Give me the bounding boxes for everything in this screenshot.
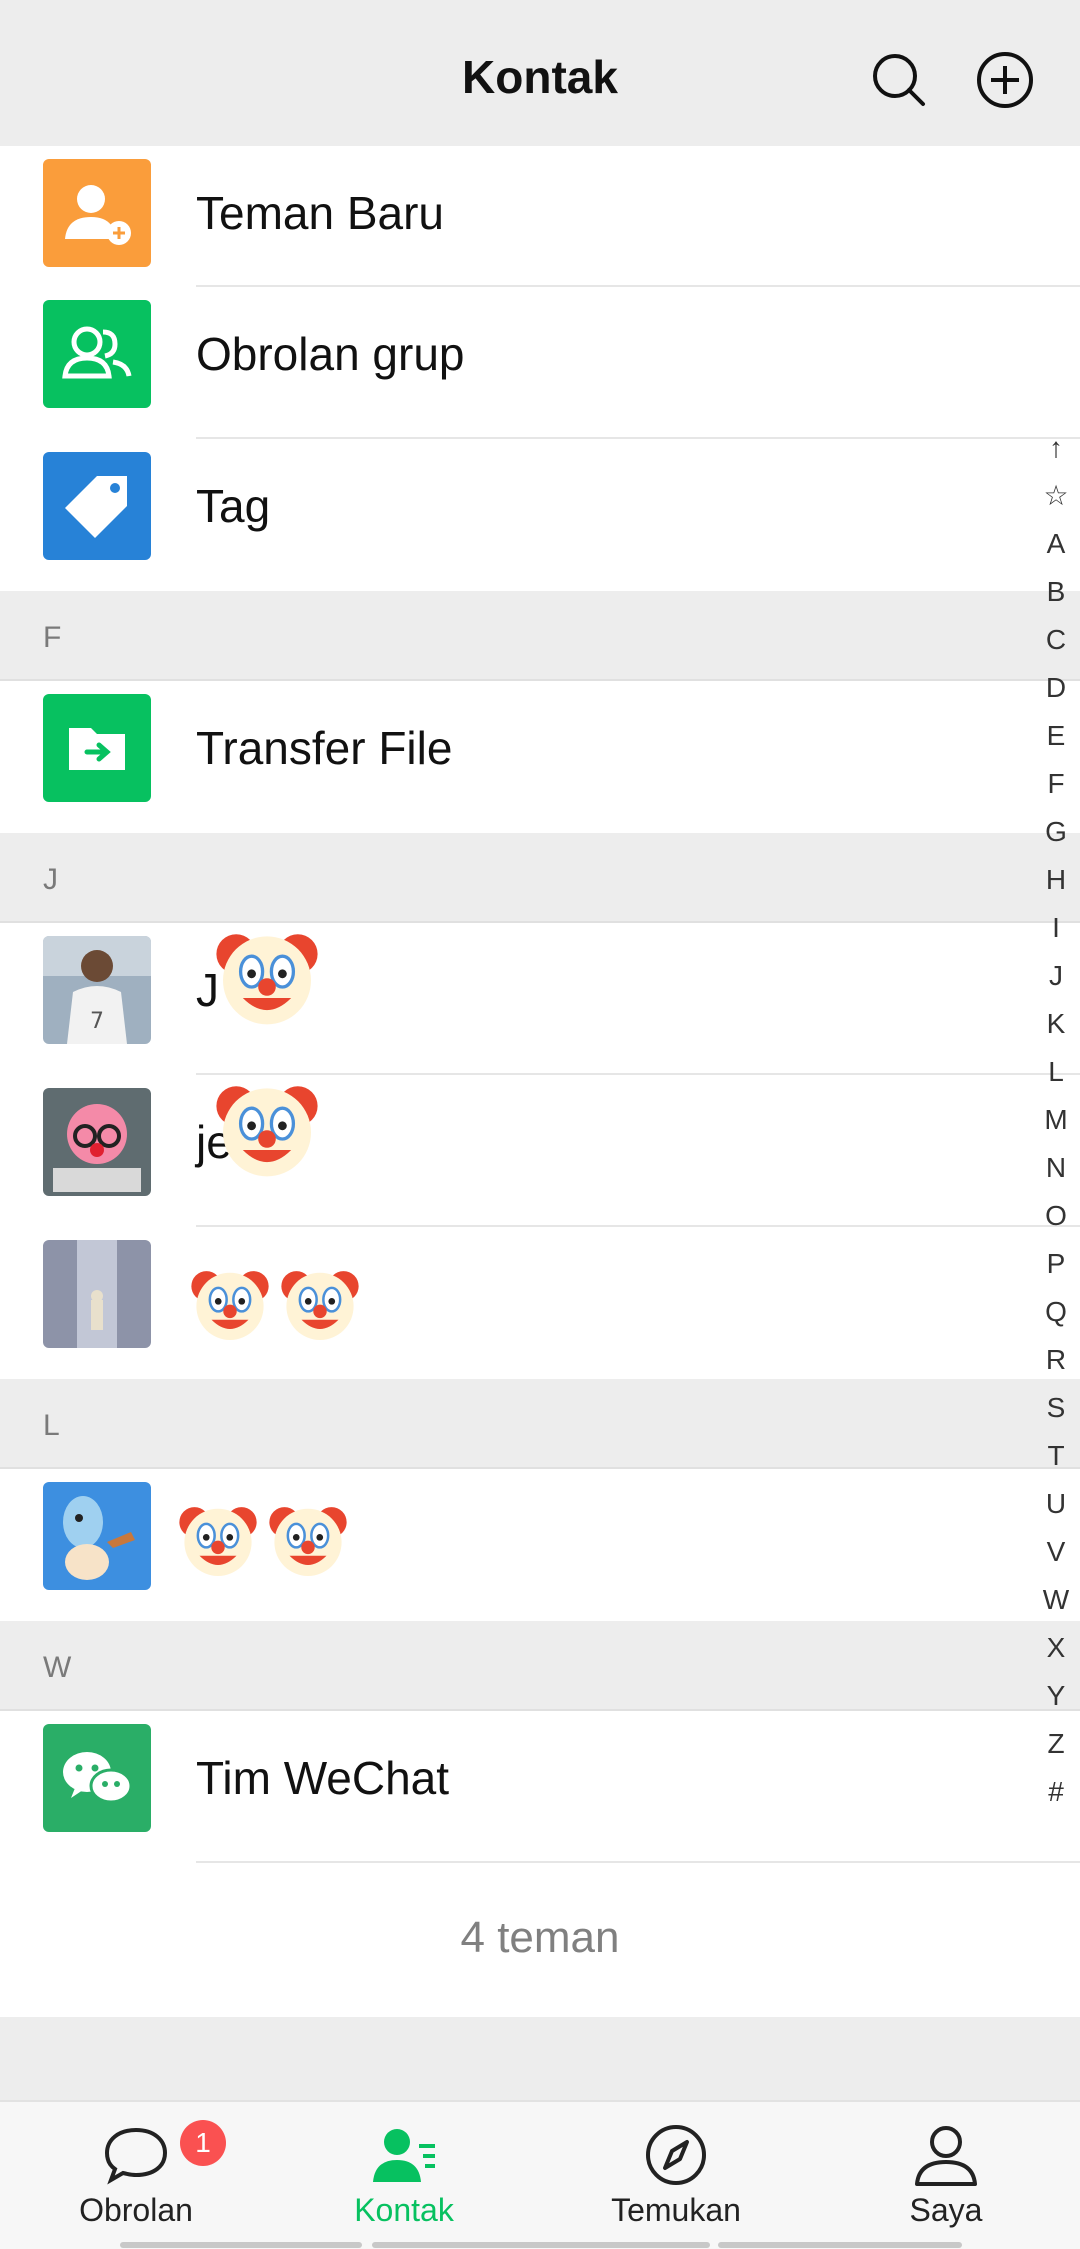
file-transfer-icon (43, 694, 151, 802)
row-label: Obrolan grup (196, 328, 465, 380)
index-letter[interactable]: J (1032, 952, 1080, 1000)
index-letter[interactable]: H (1032, 856, 1080, 904)
contact-avatar (43, 1088, 151, 1196)
group-chats-row[interactable]: Obrolan grup (0, 287, 1080, 439)
clown-face-icon (278, 1261, 362, 1345)
friend-count: 4 teman (460, 1913, 620, 1962)
index-letter[interactable]: S (1032, 1384, 1080, 1432)
index-letter[interactable]: Z (1032, 1720, 1080, 1768)
index-letter[interactable]: Q (1032, 1288, 1080, 1336)
chat-bubble-icon (101, 2120, 171, 2190)
index-letter[interactable]: X (1032, 1624, 1080, 1672)
index-letter[interactable]: K (1032, 1000, 1080, 1048)
index-letter[interactable]: E (1032, 712, 1080, 760)
search-button[interactable] (869, 50, 929, 110)
index-letter[interactable]: T (1032, 1432, 1080, 1480)
alphabet-index[interactable]: ↑ ☆ A B C D E F G H I J K L M N O P Q R … (1032, 424, 1080, 1816)
contact-avatar: 7 (43, 936, 151, 1044)
index-letter[interactable]: A (1032, 520, 1080, 568)
contact-avatar (43, 1482, 151, 1590)
friend-count-footer: 4 teman (0, 1863, 1080, 2017)
section-header-f: F (0, 591, 1080, 681)
bottom-tab-bar: 1 Obrolan Kontak Temukan Saya (0, 2100, 1080, 2249)
unread-badge: 1 (180, 2120, 226, 2166)
index-letter[interactable]: O (1032, 1192, 1080, 1240)
contact-name: Tim WeChat (196, 1752, 450, 1804)
tab-discover[interactable]: Temukan (566, 2102, 786, 2249)
top-bar: Kontak (0, 0, 1080, 146)
index-letter[interactable]: U (1032, 1480, 1080, 1528)
name-emoji (212, 921, 322, 1031)
tag-icon (43, 452, 151, 560)
svg-text:7: 7 (90, 1009, 104, 1034)
gesture-bar-segment (718, 2242, 962, 2248)
contact-row-file-transfer[interactable]: Transfer File (0, 681, 1080, 833)
wechat-logo-icon (43, 1724, 151, 1832)
tab-label: Kontak (354, 2192, 454, 2228)
group-icon (43, 300, 151, 408)
tab-contacts[interactable]: Kontak (294, 2102, 514, 2249)
index-letter[interactable]: # (1032, 1768, 1080, 1816)
index-letter[interactable]: W (1032, 1576, 1080, 1624)
add-button[interactable] (975, 50, 1035, 110)
plus-circle-icon (977, 52, 1033, 108)
index-letter[interactable]: C (1032, 616, 1080, 664)
gesture-bar-segment (120, 2242, 362, 2248)
index-letter[interactable]: D (1032, 664, 1080, 712)
tab-chats[interactable]: 1 Obrolan (26, 2102, 246, 2249)
section-header-w: W (0, 1621, 1080, 1711)
index-letter[interactable]: G (1032, 808, 1080, 856)
person-icon (911, 2120, 981, 2190)
compass-icon (641, 2120, 711, 2190)
contact-list: Teman Baru Obrolan grup Tag F Transfer F… (0, 146, 1080, 2017)
index-letter[interactable]: F (1032, 760, 1080, 808)
index-letter[interactable]: B (1032, 568, 1080, 616)
section-header-l: L (0, 1379, 1080, 1469)
index-letter[interactable]: Y (1032, 1672, 1080, 1720)
clown-face-icon (212, 1073, 322, 1183)
tab-label: Obrolan (79, 2192, 193, 2228)
index-letter[interactable]: V (1032, 1528, 1080, 1576)
index-letter[interactable]: I (1032, 904, 1080, 952)
index-letter[interactable]: L (1032, 1048, 1080, 1096)
name-emoji (176, 1497, 350, 1581)
contact-row[interactable] (0, 1227, 1080, 1379)
index-letter[interactable]: R (1032, 1336, 1080, 1384)
add-friend-icon (43, 159, 151, 267)
section-header-j: J (0, 833, 1080, 923)
contact-name: Transfer File (196, 722, 453, 774)
contact-row[interactable] (0, 1469, 1080, 1621)
contact-row[interactable]: 7 J (0, 923, 1080, 1075)
gesture-bar-segment (372, 2242, 710, 2248)
index-letter[interactable]: ☆ (1032, 472, 1080, 520)
clown-face-icon (266, 1497, 350, 1581)
row-label: Tag (196, 480, 271, 532)
contact-row[interactable]: je (0, 1075, 1080, 1227)
index-letter[interactable]: ↑ (1032, 424, 1080, 472)
clown-face-icon (176, 1497, 260, 1581)
tab-label: Saya (909, 2192, 983, 2228)
index-letter[interactable]: N (1032, 1144, 1080, 1192)
search-icon (873, 54, 925, 106)
row-label: Teman Baru (196, 187, 445, 239)
new-friends-row[interactable]: Teman Baru (0, 146, 1080, 287)
contact-row-wechat-team[interactable]: Tim WeChat (0, 1711, 1080, 1863)
contacts-icon (369, 2120, 439, 2190)
tab-label: Temukan (611, 2192, 741, 2228)
index-letter[interactable]: P (1032, 1240, 1080, 1288)
clown-face-icon (212, 921, 322, 1031)
name-emoji (188, 1261, 362, 1345)
tab-me[interactable]: Saya (836, 2102, 1056, 2249)
index-letter[interactable]: M (1032, 1096, 1080, 1144)
contact-avatar (43, 1240, 151, 1348)
clown-face-icon (188, 1261, 272, 1345)
name-emoji (212, 1073, 322, 1183)
tags-row[interactable]: Tag (0, 439, 1080, 591)
